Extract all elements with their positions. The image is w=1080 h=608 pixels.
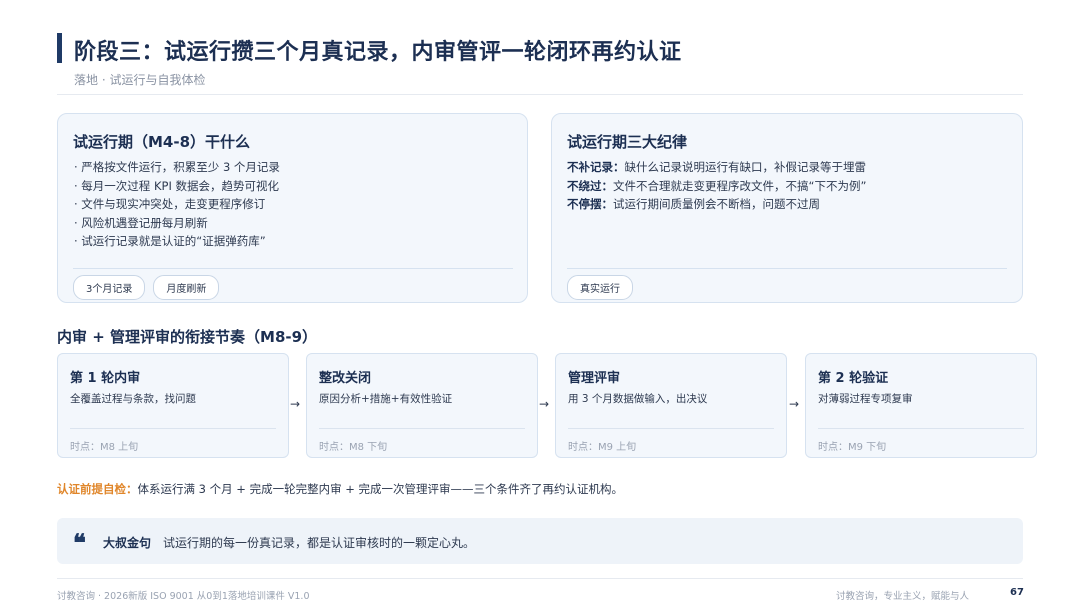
quote-label: 大叔金句: [103, 536, 152, 550]
tag-group: 3个月记录 月度刷新: [73, 275, 220, 300]
quote-icon: ❝: [73, 528, 86, 557]
rule-item: 不补记录：缺什么记录说明运行有缺口，补假记录等于埋雷: [567, 158, 866, 177]
page-number: 67: [1010, 587, 1024, 598]
step-desc: 用 3 个月数据做输入，出决议: [568, 393, 708, 405]
precondition-label: 认证前提自检：: [57, 482, 138, 496]
trial-run-card-title: 试运行期（M4-8）干什么: [73, 133, 251, 151]
bullet-item: · 试运行记录就是认证的“证据弹药库”: [74, 234, 266, 248]
step-title: 第 2 轮验证: [818, 371, 889, 386]
page-subtitle: 落地 · 试运行与自我体检: [74, 73, 206, 87]
card-divider: [567, 268, 1007, 269]
step-card-internal-audit: 第 1 轮内审 全覆盖过程与条款，找问题 时点：M8 上旬: [57, 353, 289, 458]
rule-text: 缺什么记录说明运行有缺口，补假记录等于埋雷: [624, 160, 867, 174]
step-desc: 对薄弱过程专项复审: [818, 393, 913, 405]
tag: 真实运行: [567, 275, 633, 300]
footer-course-name: 讨教咨询 · 2026新版 ISO 9001 从0到1落地培训课件 V1.0: [57, 591, 310, 602]
bullet-item: · 每月一次过程 KPI 数据会，趋势可视化: [74, 178, 279, 193]
step-divider: [70, 428, 276, 429]
rule-text: 试运行期间质量例会不断档，问题不过周: [613, 197, 820, 211]
discipline-card-title: 试运行期三大纪律: [567, 133, 688, 151]
arrow-right-icon: →: [789, 397, 800, 411]
step-time: 时点：M8 上旬: [70, 442, 139, 453]
step-title: 整改关闭: [319, 371, 372, 386]
tag-group: 真实运行: [567, 275, 633, 300]
step-time: 时点：M9 上旬: [568, 442, 637, 453]
title-accent-bar: [57, 33, 62, 63]
step-divider: [568, 428, 774, 429]
step-card-verification: 第 2 轮验证 对薄弱过程专项复审 时点：M9 下旬: [805, 353, 1037, 458]
page-title: 阶段三：试运行攒三个月真记录，内审管评一轮闭环再约认证: [74, 40, 682, 65]
rule-text: 文件不合理就走变更程序改文件，不搞“下不为例”: [613, 178, 867, 193]
rule-item: 不绕过：文件不合理就走变更程序改文件，不搞“下不为例”: [567, 177, 866, 196]
rule-item: 不停摆：试运行期间质量例会不断档，问题不过周: [567, 195, 866, 214]
footer-slogan: 讨教咨询，专业主义，赋能与人: [836, 591, 970, 602]
precondition-note: 认证前提自检：体系运行满 3 个月 + 完成一轮完整内审 + 完成一次管理评审—…: [57, 481, 623, 497]
discipline-rules: 不补记录：缺什么记录说明运行有缺口，补假记录等于埋雷 不绕过：文件不合理就走变更…: [567, 158, 866, 214]
arrow-right-icon: →: [290, 397, 301, 411]
tag: 3个月记录: [73, 275, 146, 300]
header-divider: [57, 94, 1023, 95]
step-divider: [818, 428, 1024, 429]
precondition-text: 体系运行满 3 个月 + 完成一轮完整内审 + 完成一次管理评审——三个条件齐了…: [137, 482, 624, 496]
bullet-item: · 严格按文件运行，积累至少 3 个月记录: [74, 160, 280, 174]
step-desc: 全覆盖过程与条款，找问题: [70, 393, 196, 405]
arrow-right-icon: →: [539, 397, 550, 411]
card-divider: [73, 268, 513, 269]
trial-run-bullets: · 严格按文件运行，积累至少 3 个月记录 · 每月一次过程 KPI 数据会，趋…: [74, 158, 280, 251]
step-time: 时点：M8 下旬: [319, 442, 388, 453]
step-desc: 原因分析+措施+有效性验证: [319, 393, 453, 405]
step-card-rectification: 整改关闭 原因分析+措施+有效性验证 时点：M8 下旬: [306, 353, 538, 458]
step-card-management-review: 管理评审 用 3 个月数据做输入，出决议 时点：M9 上旬: [555, 353, 787, 458]
step-title: 管理评审: [568, 371, 621, 386]
trial-run-card: 试运行期（M4-8）干什么 · 严格按文件运行，积累至少 3 个月记录 · 每月…: [57, 113, 528, 303]
rule-key: 不补记录：: [567, 160, 625, 174]
quote-text: 试运行期的每一份真记录，都是认证审核时的一颗定心丸。: [163, 536, 476, 550]
quote-box: ❝ 大叔金句 试运行期的每一份真记录，都是认证审核时的一颗定心丸。: [57, 518, 1023, 564]
rule-key: 不绕过：: [567, 178, 613, 193]
bullet-item: · 风险机遇登记册每月刷新: [74, 215, 208, 230]
step-divider: [319, 428, 525, 429]
rule-key: 不停摆：: [567, 197, 613, 211]
discipline-card: 试运行期三大纪律 不补记录：缺什么记录说明运行有缺口，补假记录等于埋雷 不绕过：…: [551, 113, 1023, 303]
footer-divider: [57, 578, 1023, 579]
step-time: 时点：M9 下旬: [818, 442, 887, 453]
section-title: 内审 + 管理评审的衔接节奏（M8-9）: [57, 328, 318, 346]
bullet-item: · 文件与现实冲突处，走变更程序修订: [74, 197, 266, 211]
step-title: 第 1 轮内审: [70, 371, 141, 386]
tag: 月度刷新: [153, 275, 220, 300]
